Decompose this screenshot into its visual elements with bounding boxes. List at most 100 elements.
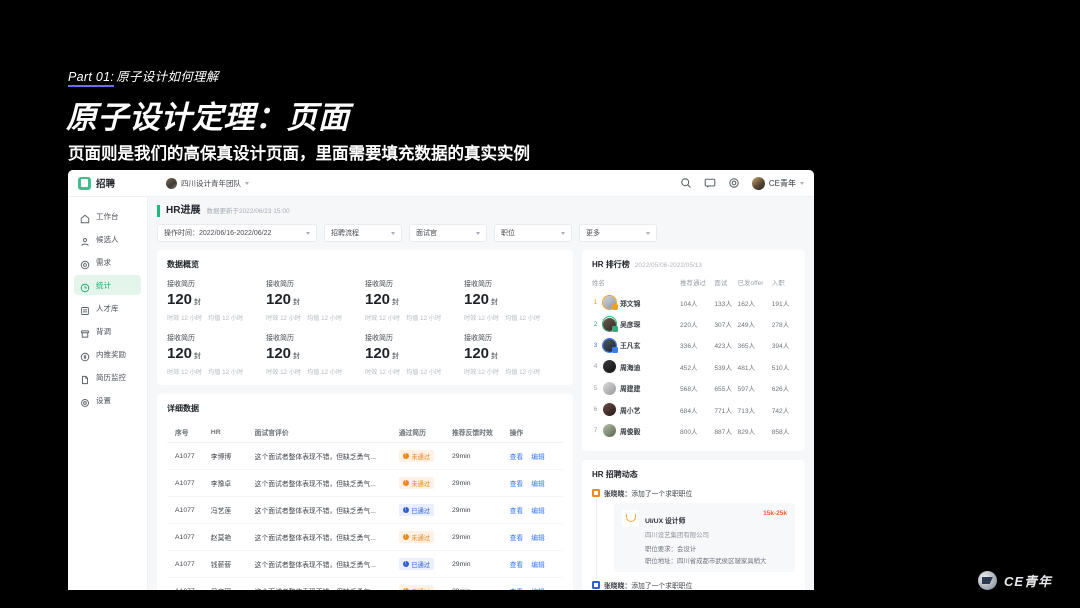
feed-item: 张晓晓：添加了一个求职职位 UI/UX 设计师 四川设艺集团有限公司 xyxy=(592,488,795,580)
col-id: 序号 xyxy=(167,422,211,443)
stat-sub2: 均值 12 小时 xyxy=(406,315,442,322)
job-card[interactable]: UI/UX 设计师 四川设艺集团有限公司 15k-25k 职位要求：会设计 职位… xyxy=(614,502,795,572)
stat-unit: 封 xyxy=(392,299,400,306)
cell-hr: 赵莫艳 xyxy=(210,523,255,551)
cell-interview: 133人 xyxy=(714,300,732,308)
col-comment: 面试官评价 xyxy=(254,422,399,443)
stat-unit: 封 xyxy=(293,353,301,360)
sidebar-item-requirements[interactable]: 需求 xyxy=(74,252,141,272)
cell-comment: 这个面试者整体表现不错，但缺乏勇气... xyxy=(254,469,399,497)
filter-recruit-process[interactable]: 招聘流程 xyxy=(324,224,402,242)
table-row: A1077 李博博 这个面试者整体表现不错，但缺乏勇气... 未通过 29min… xyxy=(167,442,563,470)
edit-link[interactable]: 编辑 xyxy=(531,589,545,590)
status-badge: 已通过 xyxy=(398,558,435,570)
cell-hr: 钱薪薪 xyxy=(210,550,255,578)
view-link[interactable]: 查看 xyxy=(510,535,524,542)
team-avatar xyxy=(166,177,177,189)
stat-number: 120 xyxy=(464,345,490,362)
cell-interview: 307人 xyxy=(714,322,732,330)
stat-label: 接收简历 xyxy=(266,335,294,342)
cell-actions: 查看编辑 xyxy=(509,496,563,524)
filter-more[interactable]: 更多 xyxy=(579,224,657,242)
view-link[interactable]: 查看 xyxy=(510,508,524,515)
cell-actions: 查看编辑 xyxy=(509,550,563,578)
edit-link[interactable]: 编辑 xyxy=(531,508,545,515)
rank-number: 1 xyxy=(593,299,598,307)
status-label: 已通过 xyxy=(411,507,431,515)
cell-status: 未通过 xyxy=(398,523,453,551)
cell-offer: 162人 xyxy=(737,300,756,308)
filter-bar: 操作时间：2022/06/16-2022/06/22 招聘流程 面试官 职位 更… xyxy=(157,224,805,242)
sidebar-label: 简历监控 xyxy=(96,372,126,382)
stat-label: 接收简历 xyxy=(464,335,492,342)
edit-link[interactable]: 编辑 xyxy=(531,535,545,542)
sidebar-item-settings[interactable]: 设置 xyxy=(74,390,141,410)
status-label: 未通过 xyxy=(411,453,431,461)
stat-label: 接收简历 xyxy=(365,335,393,342)
cell-hr: 吴彦琛 xyxy=(210,577,255,590)
gear-icon[interactable] xyxy=(728,177,740,189)
view-link[interactable]: 查看 xyxy=(510,454,524,461)
stat-label: 接收简历 xyxy=(167,281,195,288)
filter-position[interactable]: 职位 xyxy=(494,224,572,242)
rank-number: 2 xyxy=(593,320,598,328)
app-logo[interactable]: 招聘 xyxy=(78,176,156,190)
feed-head: 张晓晓：添加了一个求职职位 xyxy=(604,580,795,590)
stat-sub2: 均值 12 小时 xyxy=(208,369,244,376)
stat-cell: 接收简历 120 封 时效 12 小时 均值 12 小时 xyxy=(464,279,563,322)
stat-sub: 时效 12 小时 均值 12 小时 xyxy=(365,313,464,322)
col-offer: 已发offer xyxy=(737,280,764,287)
status-label: 未通过 xyxy=(411,534,431,542)
alert-icon xyxy=(402,452,409,460)
stat-number: 120 xyxy=(365,291,391,308)
rank-name: 周海迪 xyxy=(620,364,641,372)
cell-pass: 568人 xyxy=(680,386,698,394)
search-icon[interactable] xyxy=(680,177,692,189)
stat-value: 120 封 xyxy=(464,344,563,366)
sidebar-item-background-check[interactable]: 背调 xyxy=(74,321,141,341)
content-columns: 数据概览 接收简历 120 封 时效 12 小时 均值 12 小时 接收简历 120… xyxy=(157,250,805,590)
sidebar-item-talent-pool[interactable]: 人才库 xyxy=(74,298,141,318)
cell-id: A1077 xyxy=(167,496,211,524)
table-row: A1077 钱薪薪 这个面试者整体表现不错，但缺乏勇气... 已通过 29min… xyxy=(167,550,563,578)
stat-sub1: 时效 12 小时 xyxy=(365,315,401,322)
view-link[interactable]: 查看 xyxy=(510,562,524,569)
file-icon xyxy=(80,372,90,385)
view-link[interactable]: 查看 xyxy=(510,589,524,590)
stat-value: 120 封 xyxy=(365,290,464,312)
sidebar-item-referral-reward[interactable]: 内推奖励 xyxy=(74,344,141,364)
stat-sub: 时效 12 小时 均值 12 小时 xyxy=(365,367,464,376)
cell-pass: 220人 xyxy=(680,322,698,330)
edit-link[interactable]: 编辑 xyxy=(531,481,545,488)
stat-sub: 时效 12 小时 均值 12 小时 xyxy=(167,367,266,376)
filter-interviewer[interactable]: 面试官 xyxy=(409,224,487,242)
avatar xyxy=(603,403,616,417)
cell-pass: 684人 xyxy=(680,407,698,415)
brand-watermark: CE青年 xyxy=(977,571,1052,590)
user-menu[interactable]: CE青年 xyxy=(751,176,804,190)
avatar xyxy=(601,316,618,332)
left-column: 数据概览 接收简历 120 封 时效 12 小时 均值 12 小时 接收简历 120… xyxy=(157,250,573,590)
stat-cell: 接收简历 120 封 时效 12 小时 均值 12 小时 xyxy=(266,279,365,322)
stat-sub: 时效 12 小时 均值 12 小时 xyxy=(464,313,563,322)
stat-number: 120 xyxy=(167,291,193,308)
sidebar-item-resume-monitor[interactable]: 简历监控 xyxy=(74,367,141,387)
sidebar-item-candidates[interactable]: 候选人 xyxy=(74,229,141,249)
filter-date-range[interactable]: 操作时间：2022/06/16-2022/06/22 xyxy=(157,224,317,242)
stat-sub1: 时效 12 小时 xyxy=(464,369,500,376)
edit-link[interactable]: 编辑 xyxy=(531,562,545,569)
cell-pass: 800人 xyxy=(680,428,698,436)
team-switcher[interactable]: 四川设计青年团队 xyxy=(166,177,249,189)
hr-ranking-card: HR 排行榜 2022/05/06-2022/05/13 姓名 推荐通过 面试 已… xyxy=(582,250,805,451)
ranking-date-range: 2022/05/06-2022/05/13 xyxy=(634,262,703,269)
col-interview: 面试 xyxy=(714,280,728,287)
cell-status: 未通过 xyxy=(398,469,453,497)
alert-icon xyxy=(402,560,409,568)
col-onboard: 入职 xyxy=(771,280,785,287)
stat-sub: 时效 12 小时 均值 12 小时 xyxy=(464,367,563,376)
message-icon[interactable] xyxy=(704,177,716,189)
sidebar-item-statistics[interactable]: 统计 xyxy=(74,275,141,295)
view-link[interactable]: 查看 xyxy=(510,481,524,488)
edit-link[interactable]: 编辑 xyxy=(531,454,545,461)
sidebar-item-workbench[interactable]: 工作台 xyxy=(74,206,141,226)
